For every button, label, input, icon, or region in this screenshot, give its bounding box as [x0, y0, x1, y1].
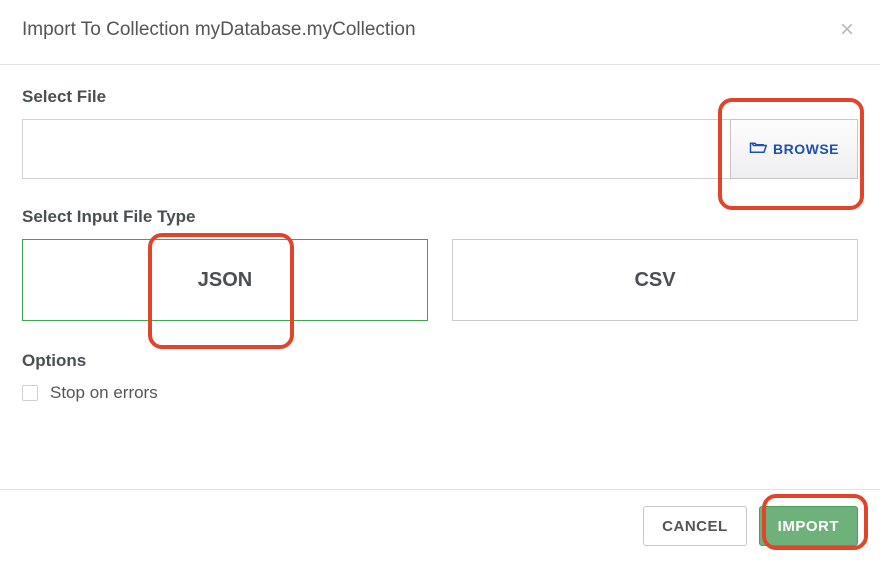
modal-title: Import To Collection myDatabase.myCollec…	[22, 19, 416, 41]
file-type-csv-label: CSV	[634, 269, 675, 292]
modal-body: Select File BROWSE Select Input File Typ…	[0, 65, 880, 425]
file-row: BROWSE	[22, 119, 858, 179]
file-type-json[interactable]: JSON	[22, 239, 428, 321]
stop-on-errors-label: Stop on errors	[50, 383, 158, 403]
select-file-label: Select File	[22, 87, 858, 107]
options-row: Stop on errors	[22, 383, 858, 403]
import-label: IMPORT	[778, 518, 839, 535]
file-path-input[interactable]	[22, 119, 730, 179]
file-type-json-label: JSON	[198, 269, 252, 292]
file-type-row: JSON CSV	[22, 239, 858, 321]
browse-button[interactable]: BROWSE	[730, 119, 858, 179]
cancel-button[interactable]: CANCEL	[643, 506, 747, 546]
cancel-label: CANCEL	[662, 518, 728, 535]
import-button[interactable]: IMPORT	[759, 506, 858, 546]
options-label: Options	[22, 351, 858, 371]
file-type-csv[interactable]: CSV	[452, 239, 858, 321]
folder-open-icon	[749, 140, 767, 159]
close-icon: ×	[840, 16, 854, 43]
stop-on-errors-checkbox[interactable]	[22, 385, 38, 401]
modal-header: Import To Collection myDatabase.myCollec…	[0, 0, 880, 65]
modal-footer: CANCEL IMPORT	[0, 489, 880, 562]
select-type-label: Select Input File Type	[22, 207, 858, 227]
close-button[interactable]: ×	[836, 18, 858, 42]
browse-label: BROWSE	[773, 141, 839, 157]
